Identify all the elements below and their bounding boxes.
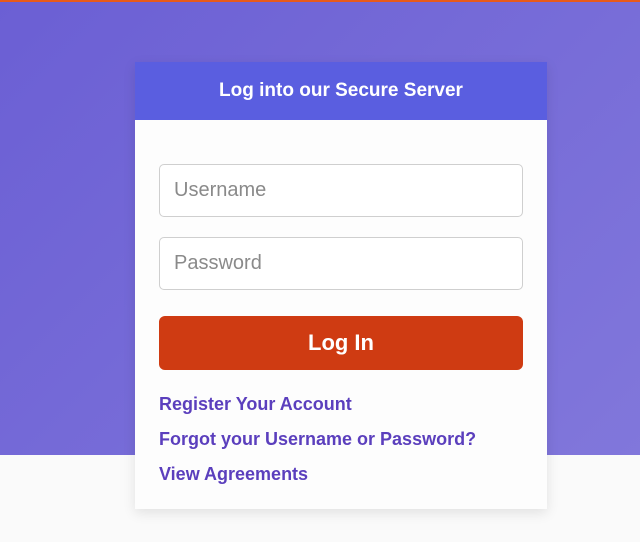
register-account-link[interactable]: Register Your Account — [159, 394, 523, 415]
login-card: Log into our Secure Server Log In Regist… — [135, 62, 547, 509]
login-button[interactable]: Log In — [159, 316, 523, 370]
username-input[interactable] — [159, 164, 523, 217]
view-agreements-link[interactable]: View Agreements — [159, 464, 523, 485]
card-header: Log into our Secure Server — [135, 62, 547, 120]
top-accent-line — [0, 0, 640, 2]
forgot-credentials-link[interactable]: Forgot your Username or Password? — [159, 429, 523, 450]
card-header-title: Log into our Secure Server — [219, 80, 463, 101]
card-body: Log In Register Your Account Forgot your… — [135, 120, 547, 509]
password-input[interactable] — [159, 237, 523, 290]
